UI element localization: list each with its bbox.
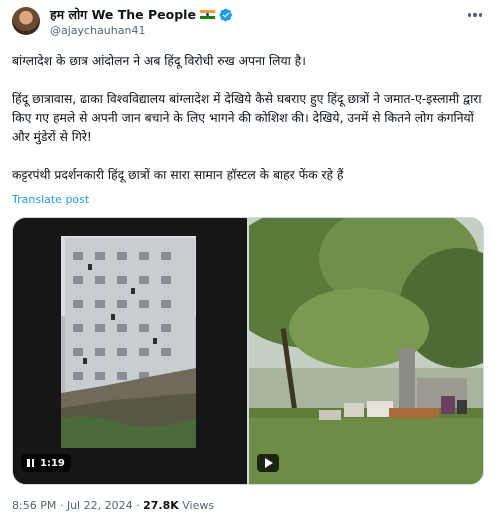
tweet-text: बांग्लादेश के छात्र आंदोलन ने अब हिंदू व… <box>12 52 482 185</box>
tweet-meta: 8:56 PM · Jul 22, 2024 · 27.8K Views <box>12 499 214 512</box>
author-name-row: हम लोग We The People <box>50 6 233 23</box>
india-flag-icon <box>199 9 215 20</box>
video-duration-badge[interactable]: 1:19 <box>21 454 71 472</box>
meta-separator-1: · <box>59 499 64 512</box>
views-label: Views <box>182 499 215 512</box>
meta-separator-2: · <box>136 499 140 512</box>
author-handle[interactable]: @ajaychauhan41 <box>50 24 145 37</box>
tweet-paragraph-2: हिंदू छात्रावास, ढाका विश्वविद्यालय बांग… <box>12 92 482 144</box>
video-thumbnail-garden[interactable] <box>249 218 483 484</box>
avatar[interactable] <box>12 7 40 35</box>
translate-post-link[interactable]: Translate post <box>12 193 89 206</box>
video-thumbnail-building[interactable]: 1:19 <box>13 218 247 484</box>
more-options-icon[interactable] <box>465 8 485 22</box>
views-count: 27.8K <box>143 499 179 512</box>
tweet-time[interactable]: 8:56 PM <box>12 499 56 512</box>
play-button[interactable] <box>257 454 279 472</box>
verified-badge-icon <box>219 8 232 21</box>
tweet-paragraph-1: बांग्लादेश के छात्र आंदोलन ने अब हिंदू व… <box>12 54 306 68</box>
garden-scene-image <box>249 218 483 484</box>
video-duration: 1:19 <box>40 457 65 469</box>
tweet-header: हम लोग We The People @ajaychauhan41 <box>12 4 485 40</box>
play-icon <box>265 458 273 468</box>
author-display-name[interactable]: हम लोग We The People <box>50 6 196 23</box>
tweet-paragraph-3: कट्टरपंथी प्रदर्शनकारी हिंदू छात्रों का … <box>12 168 344 182</box>
tweet-date[interactable]: Jul 22, 2024 <box>67 499 133 512</box>
pause-icon[interactable] <box>27 459 34 467</box>
media-grid: 1:19 <box>12 217 484 485</box>
building-scene-image <box>13 218 247 484</box>
